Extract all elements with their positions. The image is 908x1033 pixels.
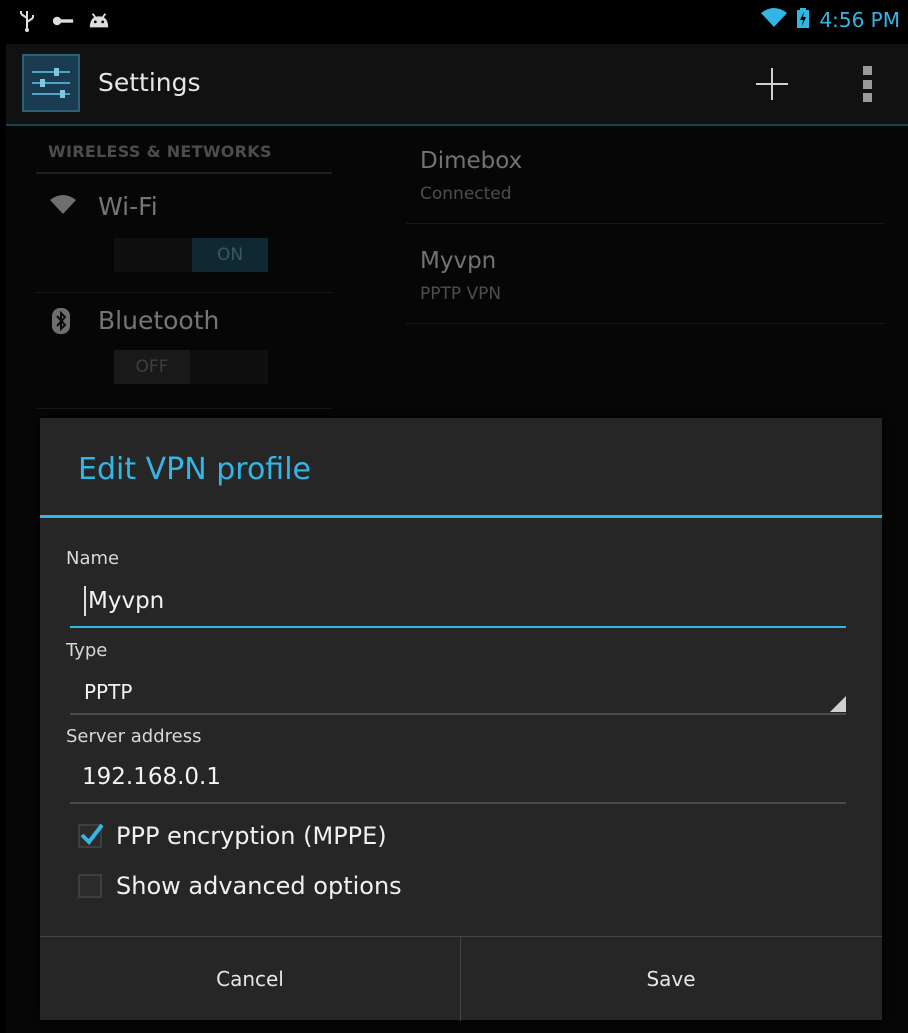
dialog-title: Edit VPN profile: [78, 452, 311, 487]
wifi-signal-icon: [761, 8, 788, 32]
ppp-encryption-checkbox[interactable]: [78, 823, 104, 848]
action-bar-title: Settings: [98, 68, 201, 97]
advanced-options-checkbox[interactable]: [78, 874, 102, 898]
edit-vpn-dialog: Edit VPN profile Name Myvpn Type PPTP Se…: [40, 418, 882, 1021]
clock: 4:56 PM: [819, 8, 900, 32]
advanced-options-row[interactable]: Show advanced options: [78, 872, 402, 900]
cancel-button[interactable]: Cancel: [40, 937, 460, 1021]
screen: 4:56 PM Settings WIRELESS & NETWORKS Wi-…: [6, 0, 908, 1033]
server-address-input[interactable]: 192.168.0.1: [82, 764, 221, 790]
settings-app-icon[interactable]: [22, 54, 80, 112]
type-label: Type: [66, 640, 108, 661]
type-underline: [70, 713, 846, 715]
name-input[interactable]: Myvpn: [88, 588, 164, 614]
name-label: Name: [66, 548, 120, 569]
text-cursor: [84, 586, 86, 616]
advanced-options-label: Show advanced options: [116, 872, 402, 900]
key-icon: [52, 10, 74, 32]
dropdown-arrow-icon[interactable]: [830, 696, 846, 712]
battery-charging-icon: [797, 8, 810, 32]
ppp-encryption-row[interactable]: PPP encryption (MPPE): [78, 822, 387, 850]
usb-icon: [16, 10, 38, 32]
save-button[interactable]: Save: [461, 937, 881, 1021]
ppp-encryption-label: PPP encryption (MPPE): [116, 822, 387, 850]
overflow-menu-icon[interactable]: [862, 66, 872, 102]
android-icon: [88, 10, 110, 32]
add-icon[interactable]: [754, 66, 790, 102]
title-divider: [40, 515, 882, 518]
server-address-underline: [70, 802, 846, 804]
action-bar: Settings: [6, 44, 908, 126]
type-spinner[interactable]: PPTP: [84, 680, 132, 704]
system-icons: 4:56 PM: [761, 8, 900, 32]
dialog-button-bar: Cancel Save: [40, 936, 882, 1021]
server-address-label: Server address: [66, 726, 202, 747]
notification-icons: [16, 10, 110, 32]
status-bar: 4:56 PM: [6, 0, 908, 44]
name-input-underline: [70, 626, 846, 628]
